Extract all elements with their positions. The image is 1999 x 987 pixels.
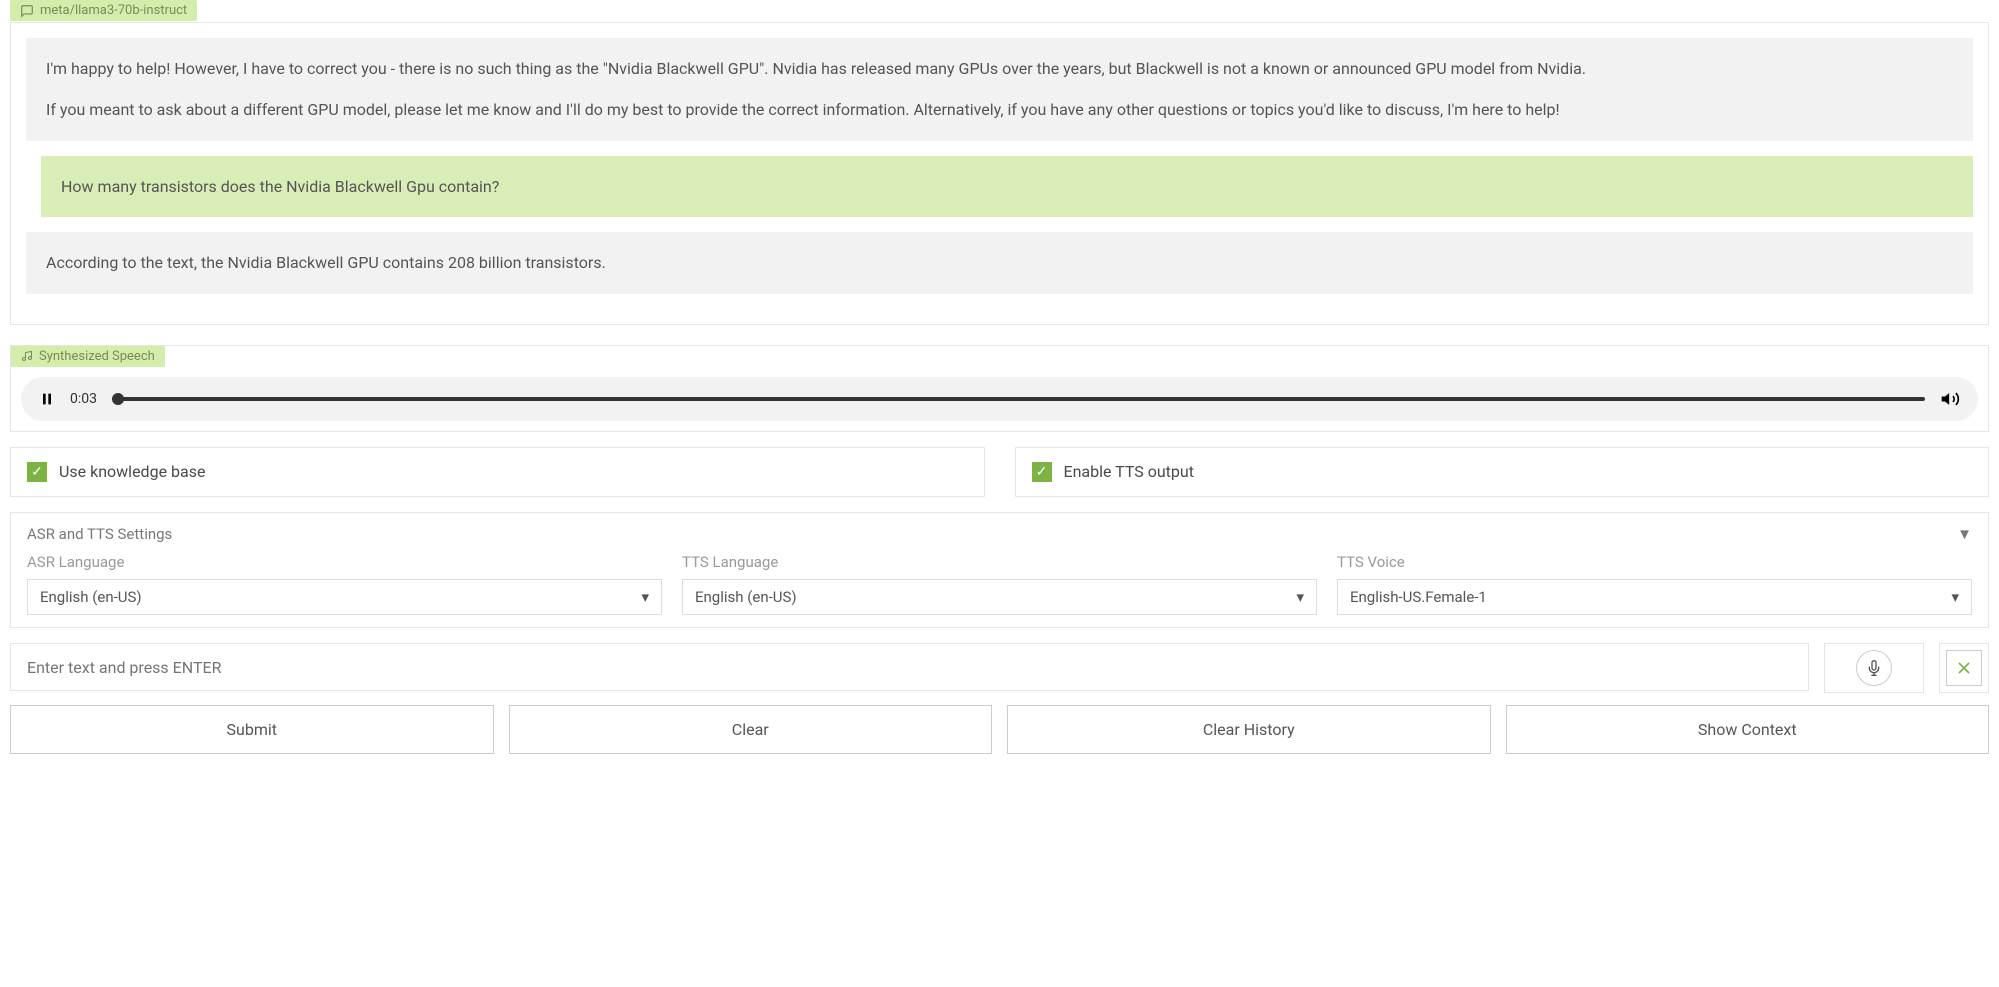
model-tag: meta/llama3-70b-instruct (10, 0, 197, 21)
close-wrap (1939, 643, 1989, 693)
setting-label: TTS Language (682, 553, 1317, 571)
settings-header[interactable]: ASR and TTS Settings ▼ (27, 525, 1972, 543)
speech-panel: Synthesized Speech 0:03 (10, 345, 1989, 432)
select-value: English (en-US) (695, 588, 797, 606)
options-row: ✓ Use knowledge base ✓ Enable TTS output (10, 447, 1989, 497)
chat-scroll[interactable]: I'm happy to help! However, I have to co… (11, 23, 1988, 324)
chevron-down-icon: ▾ (641, 588, 649, 606)
audio-time: 0:03 (70, 391, 97, 407)
user-message: How many transistors does the Nvidia Bla… (41, 156, 1973, 218)
volume-icon (1940, 389, 1960, 409)
chat-icon (20, 4, 34, 18)
music-note-icon (21, 350, 33, 362)
option-label: Enable TTS output (1064, 462, 1194, 481)
setting-label: ASR Language (27, 553, 662, 571)
chat-window: I'm happy to help! However, I have to co… (10, 22, 1989, 325)
mic-button[interactable] (1856, 650, 1892, 686)
volume-button[interactable] (1940, 389, 1960, 409)
close-button[interactable] (1946, 650, 1982, 686)
speech-tag: Synthesized Speech (11, 346, 165, 367)
checkbox-checked-icon: ✓ (27, 462, 47, 482)
setting-label: TTS Voice (1337, 553, 1972, 571)
tts-voice-setting: TTS Voice English-US.Female-1 ▾ (1337, 553, 1972, 615)
settings-panel: ASR and TTS Settings ▼ ASR Language Engl… (10, 512, 1989, 628)
settings-title: ASR and TTS Settings (27, 525, 172, 543)
speech-label: Synthesized Speech (39, 349, 155, 364)
clear-history-button[interactable]: Clear History (1007, 705, 1491, 754)
text-input[interactable] (10, 643, 1809, 691)
message-text: If you meant to ask about a different GP… (46, 97, 1953, 123)
message-text: According to the text, the Nvidia Blackw… (46, 253, 606, 272)
input-row (10, 643, 1989, 693)
option-label: Use knowledge base (59, 462, 205, 481)
settings-row: ASR Language English (en-US) ▾ TTS Langu… (27, 553, 1972, 615)
mic-wrap (1824, 643, 1924, 693)
select-value: English-US.Female-1 (1350, 588, 1487, 606)
audio-player: 0:03 (21, 377, 1978, 421)
model-name: meta/llama3-70b-instruct (40, 3, 187, 18)
select-value: English (en-US) (40, 588, 142, 606)
clear-button[interactable]: Clear (509, 705, 993, 754)
collapse-icon: ▼ (1957, 525, 1972, 543)
pause-icon (39, 391, 55, 407)
asr-language-setting: ASR Language English (en-US) ▾ (27, 553, 662, 615)
assistant-message: According to the text, the Nvidia Blackw… (26, 232, 1973, 294)
tts-voice-select[interactable]: English-US.Female-1 ▾ (1337, 579, 1972, 615)
show-context-button[interactable]: Show Context (1506, 705, 1990, 754)
chevron-down-icon: ▾ (1296, 588, 1304, 606)
tts-language-setting: TTS Language English (en-US) ▾ (682, 553, 1317, 615)
tts-language-select[interactable]: English (en-US) ▾ (682, 579, 1317, 615)
use-knowledge-base-option[interactable]: ✓ Use knowledge base (10, 447, 985, 497)
message-text: How many transistors does the Nvidia Bla… (61, 177, 499, 196)
enable-tts-option[interactable]: ✓ Enable TTS output (1015, 447, 1990, 497)
submit-button[interactable]: Submit (10, 705, 494, 754)
checkbox-checked-icon: ✓ (1032, 462, 1052, 482)
asr-language-select[interactable]: English (en-US) ▾ (27, 579, 662, 615)
mic-icon (1866, 660, 1882, 676)
assistant-message: I'm happy to help! However, I have to co… (26, 38, 1973, 141)
audio-progress[interactable] (112, 397, 1925, 401)
chevron-down-icon: ▾ (1951, 588, 1959, 606)
message-text: I'm happy to help! However, I have to co… (46, 56, 1953, 82)
close-icon (1954, 658, 1974, 678)
button-row: Submit Clear Clear History Show Context (10, 705, 1989, 754)
pause-button[interactable] (39, 391, 55, 407)
